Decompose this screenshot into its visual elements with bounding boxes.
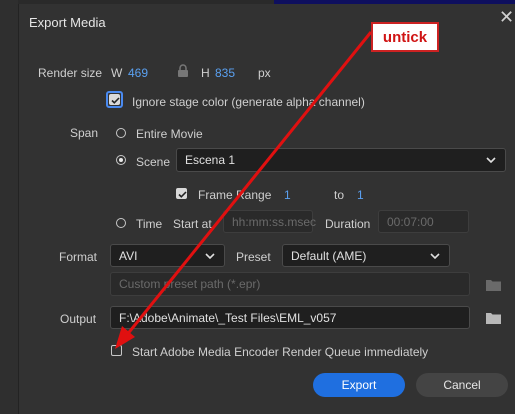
annotation-callout: untick [371,22,439,52]
annotation-arrow [115,31,373,349]
